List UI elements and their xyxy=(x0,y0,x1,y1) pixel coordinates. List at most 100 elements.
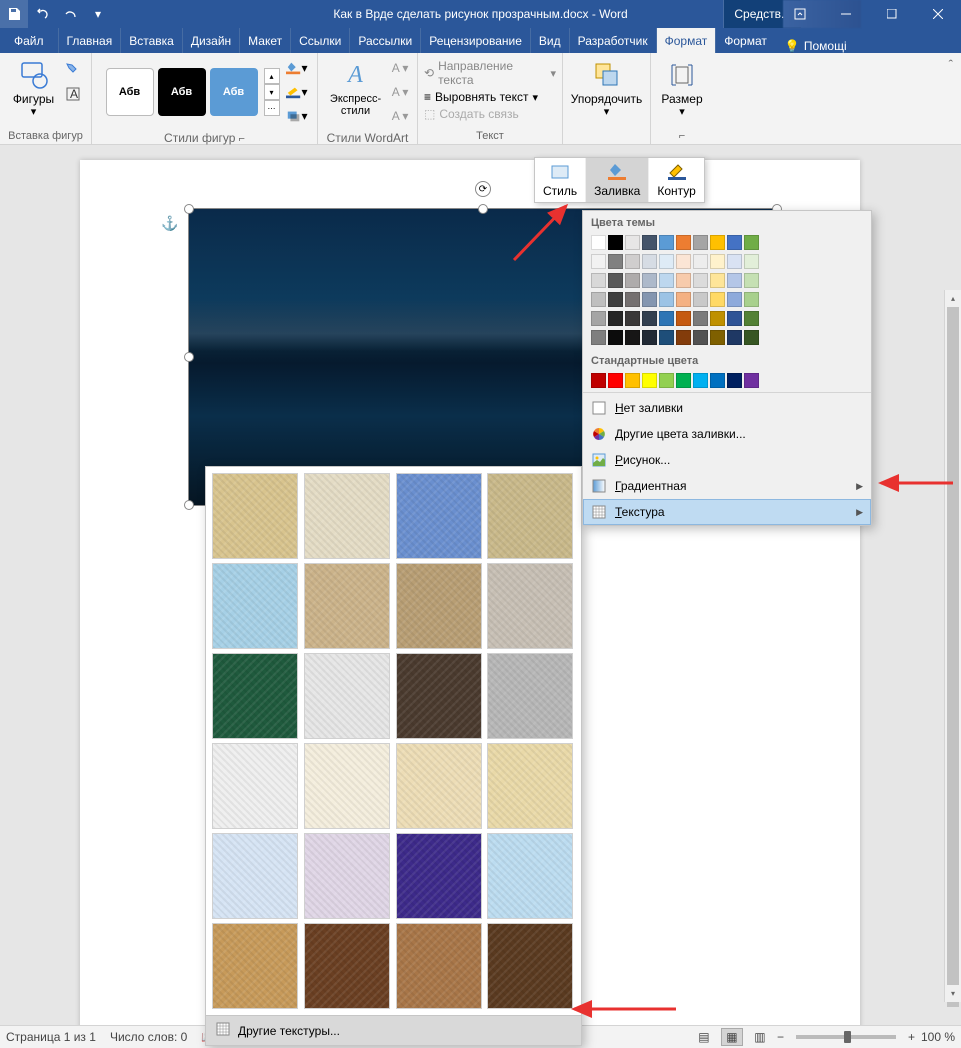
color-swatch[interactable] xyxy=(710,292,725,307)
texture-swatch[interactable] xyxy=(396,923,482,1009)
tab-references[interactable]: Ссылки xyxy=(291,28,350,53)
texture-swatch[interactable] xyxy=(487,473,573,559)
texture-swatch[interactable] xyxy=(487,743,573,829)
file-tab[interactable]: Файл xyxy=(0,28,59,53)
color-swatch[interactable] xyxy=(625,254,640,269)
tab-design[interactable]: Дизайн xyxy=(183,28,240,53)
color-swatch[interactable] xyxy=(676,273,691,288)
text-direction-button[interactable]: ⟲Направление текста ▾ xyxy=(424,59,556,87)
texture-swatch[interactable] xyxy=(396,563,482,649)
texture-swatch[interactable] xyxy=(396,653,482,739)
color-swatch[interactable] xyxy=(659,373,674,388)
gallery-down-button[interactable]: ▾ xyxy=(264,84,280,100)
texture-swatch[interactable] xyxy=(304,563,390,649)
resize-handle-nw[interactable] xyxy=(184,204,194,214)
no-fill-item[interactable]: Нет заливки xyxy=(583,395,871,421)
texture-swatch[interactable] xyxy=(304,473,390,559)
color-swatch[interactable] xyxy=(710,235,725,250)
save-button[interactable] xyxy=(0,0,28,28)
texture-swatch[interactable] xyxy=(487,833,573,919)
color-swatch[interactable] xyxy=(625,273,640,288)
color-swatch[interactable] xyxy=(676,254,691,269)
tab-format-picture[interactable]: Формат xyxy=(716,28,775,53)
texture-swatch[interactable] xyxy=(487,923,573,1009)
color-swatch[interactable] xyxy=(642,292,657,307)
color-swatch[interactable] xyxy=(608,273,623,288)
color-swatch[interactable] xyxy=(642,254,657,269)
mini-style-button[interactable]: Стиль xyxy=(535,158,586,202)
color-swatch[interactable] xyxy=(727,273,742,288)
tab-mailings[interactable]: Рассылки xyxy=(350,28,421,53)
color-swatch[interactable] xyxy=(642,330,657,345)
maximize-button[interactable] xyxy=(869,0,915,28)
texture-swatch[interactable] xyxy=(212,563,298,649)
color-swatch[interactable] xyxy=(608,292,623,307)
color-swatch[interactable] xyxy=(591,254,606,269)
color-swatch[interactable] xyxy=(659,273,674,288)
color-swatch[interactable] xyxy=(625,235,640,250)
color-swatch[interactable] xyxy=(659,330,674,345)
zoom-level[interactable]: 100 % xyxy=(921,1030,955,1044)
mini-fill-button[interactable]: Заливка xyxy=(586,158,649,202)
texture-swatch[interactable] xyxy=(304,923,390,1009)
texture-fill-item[interactable]: Текстура ▶ xyxy=(583,499,871,525)
tab-home[interactable]: Главная xyxy=(59,28,122,53)
texture-swatch[interactable] xyxy=(304,833,390,919)
color-swatch[interactable] xyxy=(676,292,691,307)
zoom-slider[interactable] xyxy=(796,1035,896,1039)
color-swatch[interactable] xyxy=(727,254,742,269)
scroll-up-button[interactable]: ▴ xyxy=(945,290,961,307)
color-swatch[interactable] xyxy=(608,373,623,388)
scroll-thumb[interactable] xyxy=(947,307,959,1007)
shape-outline-button[interactable]: ▾ xyxy=(286,81,308,103)
text-fill-button[interactable]: A ▾ xyxy=(389,57,411,79)
color-swatch[interactable] xyxy=(642,373,657,388)
tab-layout[interactable]: Макет xyxy=(240,28,291,53)
color-swatch[interactable] xyxy=(625,311,640,326)
color-swatch[interactable] xyxy=(710,373,725,388)
color-swatch[interactable] xyxy=(693,330,708,345)
color-swatch[interactable] xyxy=(693,311,708,326)
rotate-handle[interactable]: ⟳ xyxy=(475,181,491,197)
color-swatch[interactable] xyxy=(744,273,759,288)
color-swatch[interactable] xyxy=(710,311,725,326)
shape-effects-button[interactable]: ▾ xyxy=(286,105,308,127)
color-swatch[interactable] xyxy=(676,311,691,326)
color-swatch[interactable] xyxy=(625,330,640,345)
color-swatch[interactable] xyxy=(591,273,606,288)
color-swatch[interactable] xyxy=(591,235,606,250)
zoom-in-button[interactable]: + xyxy=(908,1030,915,1044)
color-swatch[interactable] xyxy=(693,292,708,307)
more-textures-item[interactable]: Другие текстуры... xyxy=(206,1015,581,1045)
color-swatch[interactable] xyxy=(744,373,759,388)
page-indicator[interactable]: Страница 1 из 1 xyxy=(6,1030,96,1044)
tab-developer[interactable]: Разработчик xyxy=(570,28,657,53)
texture-swatch[interactable] xyxy=(487,653,573,739)
align-text-button[interactable]: ≡Выровнять текст ▾ xyxy=(424,90,538,104)
color-swatch[interactable] xyxy=(659,311,674,326)
resize-handle-sw[interactable] xyxy=(184,500,194,510)
texture-swatch[interactable] xyxy=(396,743,482,829)
color-swatch[interactable] xyxy=(693,373,708,388)
shape-style-3[interactable]: Абв xyxy=(210,68,258,116)
gallery-more-button[interactable]: ⋯ xyxy=(264,100,280,116)
tab-format-drawing[interactable]: Формат xyxy=(657,28,717,53)
text-effects-button[interactable]: A ▾ xyxy=(389,105,411,127)
resize-handle-w[interactable] xyxy=(184,352,194,362)
color-swatch[interactable] xyxy=(744,254,759,269)
color-swatch[interactable] xyxy=(659,292,674,307)
text-outline-button[interactable]: A ▾ xyxy=(389,81,411,103)
shapes-gallery-button[interactable]: Фигуры▾ xyxy=(7,57,60,120)
print-layout-button[interactable]: ▦ xyxy=(721,1028,743,1046)
more-colors-item[interactable]: Другие цвета заливки... xyxy=(583,421,871,447)
color-swatch[interactable] xyxy=(659,235,674,250)
color-swatch[interactable] xyxy=(693,254,708,269)
read-mode-button[interactable]: ▤ xyxy=(693,1028,715,1046)
texture-swatch[interactable] xyxy=(304,743,390,829)
texture-swatch[interactable] xyxy=(212,653,298,739)
texture-swatch[interactable] xyxy=(396,473,482,559)
undo-button[interactable] xyxy=(28,0,56,28)
color-swatch[interactable] xyxy=(591,292,606,307)
color-swatch[interactable] xyxy=(591,330,606,345)
color-swatch[interactable] xyxy=(693,273,708,288)
